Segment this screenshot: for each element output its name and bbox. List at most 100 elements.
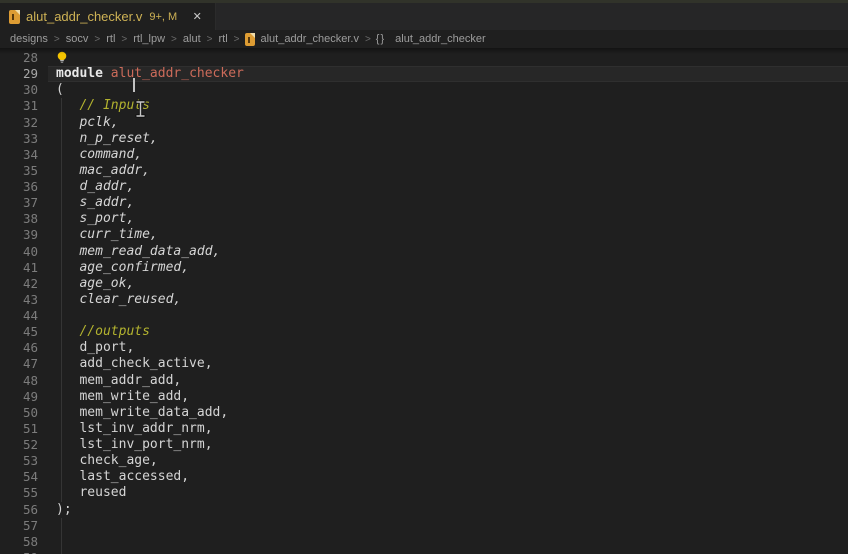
line-content[interactable]: command,: [56, 147, 142, 163]
line-content[interactable]: lst_inv_addr_nrm,: [56, 421, 213, 437]
line-content[interactable]: pclk,: [56, 115, 119, 131]
code-line[interactable]: 44: [0, 308, 848, 324]
line-content[interactable]: reused: [56, 485, 126, 501]
line-number[interactable]: 43: [0, 292, 38, 308]
breadcrumb-item-rtl_lpw[interactable]: rtl_lpw: [132, 33, 166, 45]
code-line[interactable]: 48 mem_addr_add,: [0, 373, 848, 389]
code-line[interactable]: 45 //outputs: [0, 324, 848, 340]
line-content[interactable]: last_accessed,: [56, 469, 189, 485]
editor[interactable]: 2829 module alut_addr_checker 30 (31 // Inpu…: [0, 48, 848, 554]
line-number[interactable]: 44: [0, 308, 38, 324]
line-content[interactable]: );: [56, 502, 72, 518]
line-content[interactable]: age_ok,: [56, 276, 134, 292]
line-number[interactable]: 46: [0, 340, 38, 356]
code-line[interactable]: 35 mac_addr,: [0, 163, 848, 179]
code-line[interactable]: 29 module alut_addr_checker: [0, 66, 848, 82]
code-line[interactable]: 41 age_confirmed,: [0, 260, 848, 276]
code-line[interactable]: 28: [0, 50, 848, 66]
line-content[interactable]: d_addr,: [56, 179, 134, 195]
line-content[interactable]: s_addr,: [56, 195, 134, 211]
code-line[interactable]: 54 last_accessed,: [0, 469, 848, 485]
tab-close-icon[interactable]: ✕: [189, 9, 205, 25]
code-line[interactable]: 58: [0, 534, 848, 550]
code-line[interactable]: 52 lst_inv_port_nrm,: [0, 437, 848, 453]
code-line[interactable]: 49 mem_write_add,: [0, 389, 848, 405]
code-line[interactable]: 47 add_check_active,: [0, 356, 848, 372]
line-number[interactable]: 55: [0, 485, 38, 501]
code-line[interactable]: 51 lst_inv_addr_nrm,: [0, 421, 848, 437]
line-content[interactable]: age_confirmed,: [56, 260, 189, 276]
code-line[interactable]: 40mem_read_data_add,: [0, 244, 848, 260]
line-number[interactable]: 32: [0, 115, 38, 131]
line-number[interactable]: 38: [0, 211, 38, 227]
line-number[interactable]: 52: [0, 437, 38, 453]
line-number[interactable]: 35: [0, 163, 38, 179]
breadcrumb-item-rtl[interactable]: rtl: [217, 33, 228, 45]
line-content[interactable]: d_port,: [56, 340, 134, 356]
line-number[interactable]: 29: [0, 66, 38, 82]
line-number[interactable]: 59: [0, 550, 38, 554]
code-line[interactable]: 38 s_port,: [0, 211, 848, 227]
line-content[interactable]: lst_inv_port_nrm,: [56, 437, 213, 453]
line-number[interactable]: 49: [0, 389, 38, 405]
line-number[interactable]: 33: [0, 131, 38, 147]
line-number[interactable]: 34: [0, 147, 38, 163]
breadcrumb-item-alut[interactable]: alut: [182, 33, 202, 45]
code-line[interactable]: 39 curr_time,: [0, 227, 848, 243]
code-line[interactable]: 56);: [0, 502, 848, 518]
code-line[interactable]: 42 age_ok,: [0, 276, 848, 292]
code-line[interactable]: 36 d_addr,: [0, 179, 848, 195]
code-line[interactable]: 50 mem_write_data_add,: [0, 405, 848, 421]
breadcrumb-file[interactable]: alut_addr_checker.v: [245, 33, 360, 46]
line-number[interactable]: 51: [0, 421, 38, 437]
code-line[interactable]: 57: [0, 518, 848, 534]
code-line[interactable]: 46 d_port,: [0, 340, 848, 356]
line-content[interactable]: clear_reused,: [56, 292, 181, 308]
code-line[interactable]: 31 // Inputs: [0, 98, 848, 114]
line-content[interactable]: mem_write_data_add,: [56, 405, 228, 421]
line-content[interactable]: check_age,: [56, 453, 158, 469]
line-number[interactable]: 40: [0, 244, 38, 260]
line-number[interactable]: 42: [0, 276, 38, 292]
line-number[interactable]: 36: [0, 179, 38, 195]
line-number[interactable]: 39: [0, 227, 38, 243]
line-content[interactable]: mem_addr_add,: [56, 373, 181, 389]
line-number[interactable]: 47: [0, 356, 38, 372]
line-content[interactable]: n_p_reset,: [56, 131, 158, 147]
line-content[interactable]: (: [56, 82, 64, 98]
breadcrumb-symbol[interactable]: {}alut_addr_checker: [376, 33, 487, 45]
line-number[interactable]: 37: [0, 195, 38, 211]
line-number[interactable]: 31: [0, 98, 38, 114]
code-line[interactable]: 34 command,: [0, 147, 848, 163]
line-number[interactable]: 58: [0, 534, 38, 550]
line-number[interactable]: 45: [0, 324, 38, 340]
code-line[interactable]: 32 pclk,: [0, 115, 848, 131]
line-number[interactable]: 53: [0, 453, 38, 469]
code-line[interactable]: 53 check_age,: [0, 453, 848, 469]
tab-alut-addr-checker[interactable]: alut_addr_checker.v 9+, M ✕: [0, 3, 216, 30]
breadcrumb-item-socv[interactable]: socv: [65, 33, 90, 45]
line-number[interactable]: 28: [0, 50, 38, 66]
code-line[interactable]: 30 (: [0, 82, 848, 98]
line-content[interactable]: curr_time,: [56, 227, 158, 243]
code-line[interactable]: 33 n_p_reset,: [0, 131, 848, 147]
line-content[interactable]: module alut_addr_checker: [56, 66, 244, 82]
line-number[interactable]: 50: [0, 405, 38, 421]
line-content[interactable]: add_check_active,: [56, 356, 213, 372]
code-line[interactable]: 55 reused: [0, 485, 848, 501]
line-content[interactable]: mac_addr,: [56, 163, 150, 179]
line-content[interactable]: //outputs: [56, 324, 150, 340]
line-content[interactable]: mem_write_add,: [56, 389, 189, 405]
breadcrumb-item-designs[interactable]: designs: [9, 33, 49, 45]
line-number[interactable]: 54: [0, 469, 38, 485]
line-content[interactable]: s_port,: [56, 211, 134, 227]
line-content[interactable]: // Inputs: [56, 98, 150, 114]
line-number[interactable]: 56: [0, 502, 38, 518]
line-number[interactable]: 30: [0, 82, 38, 98]
line-number[interactable]: 48: [0, 373, 38, 389]
breadcrumb-item-rtl[interactable]: rtl: [105, 33, 116, 45]
line-number[interactable]: 57: [0, 518, 38, 534]
code-line[interactable]: 37 s_addr,: [0, 195, 848, 211]
line-number[interactable]: 41: [0, 260, 38, 276]
code-line[interactable]: 43 clear_reused,: [0, 292, 848, 308]
